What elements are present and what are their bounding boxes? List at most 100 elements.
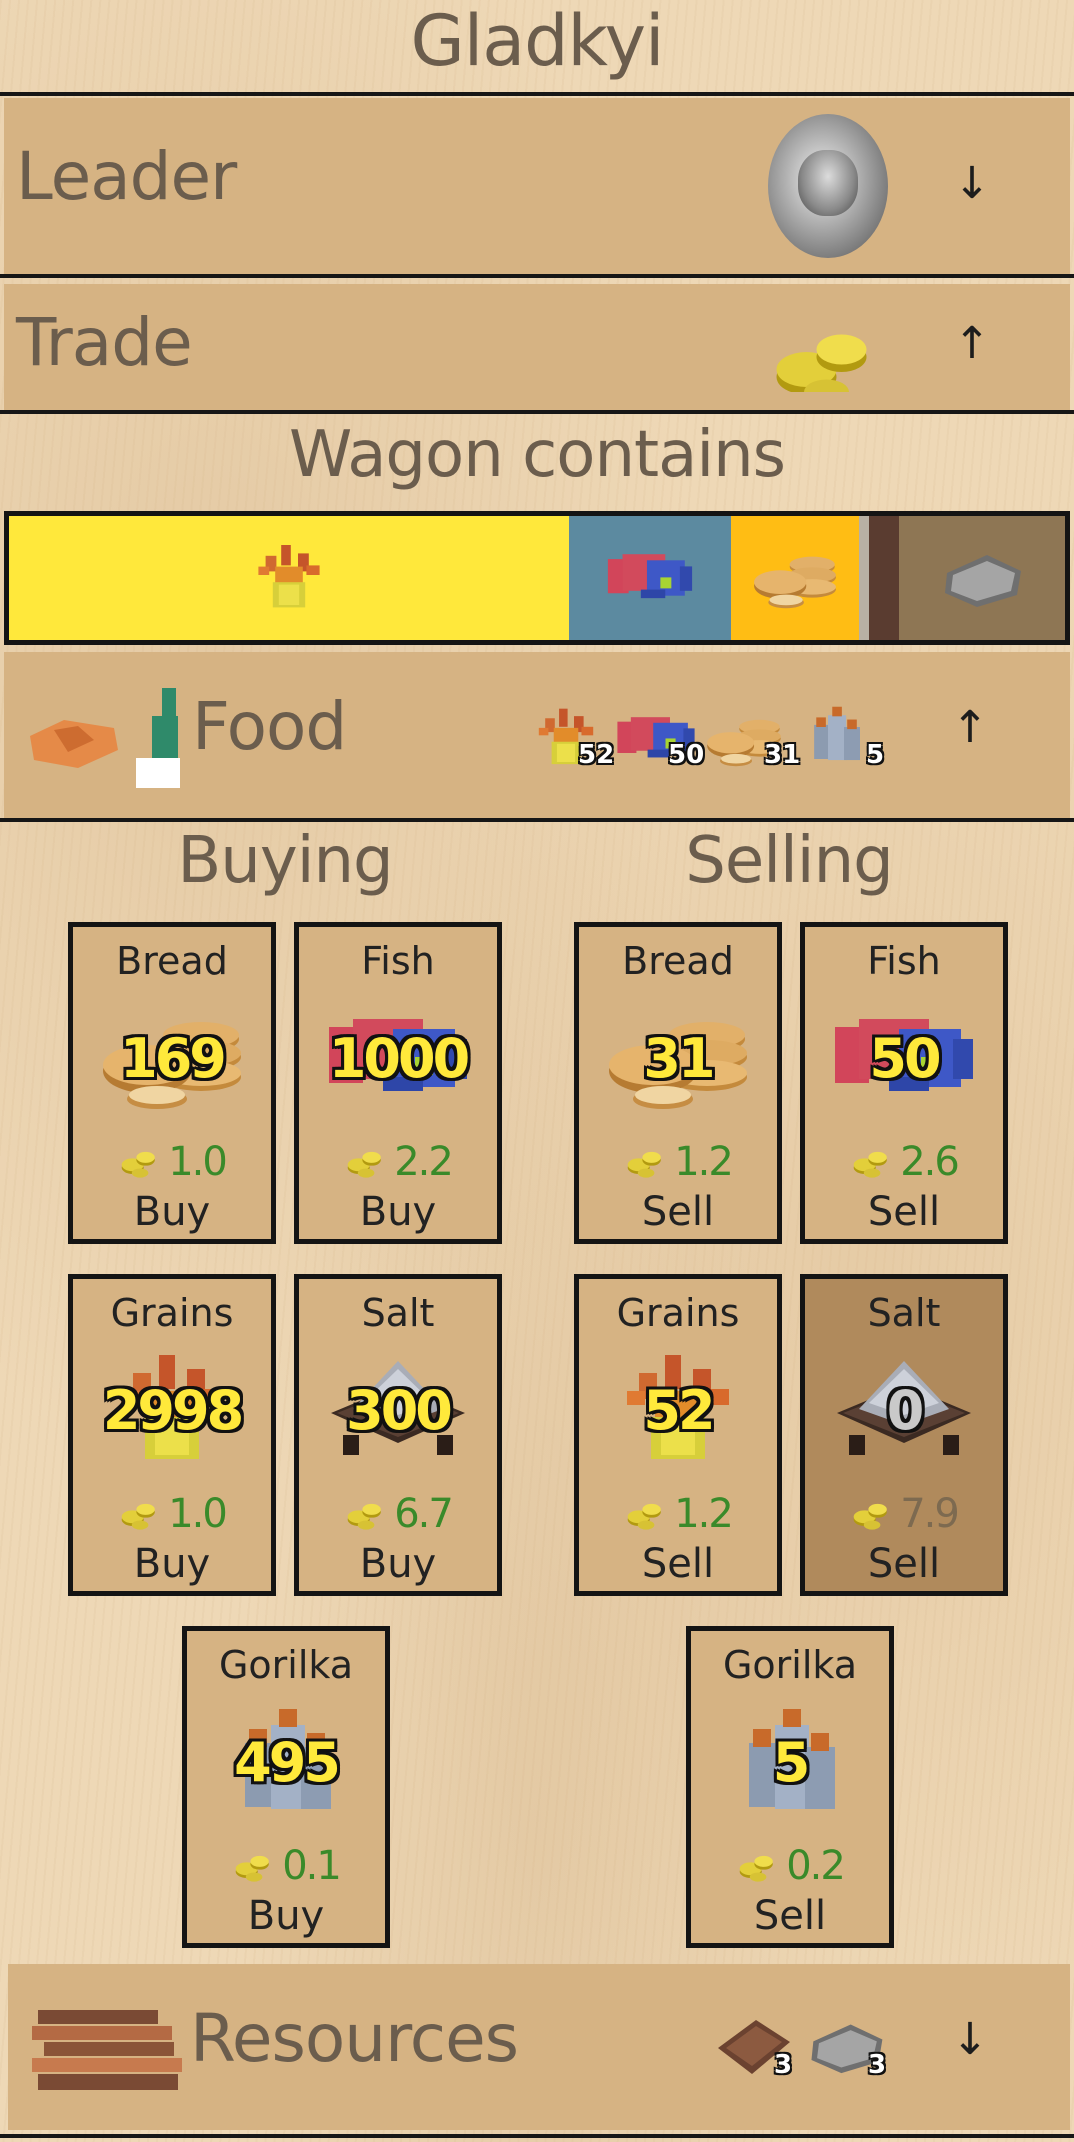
card-quantity: 169 [120, 1027, 227, 1090]
leader-portrait-icon [768, 114, 888, 258]
leader-expand-arrow-icon[interactable]: ↓ [942, 158, 1002, 209]
coins-icon [853, 1503, 887, 1530]
coins-icon [627, 1151, 661, 1178]
card-quantity: 5 [772, 1731, 811, 1794]
wagon-segment-fish [569, 516, 731, 640]
sell-card-bread[interactable]: Bread 31 1.2 Sell [574, 922, 782, 1244]
wagon-segment-planks [869, 516, 899, 640]
coins-icon [739, 1855, 773, 1882]
card-quantity: 50 [869, 1027, 941, 1090]
trade-row[interactable]: Trade ↑ [4, 284, 1070, 410]
coins-icon [347, 1151, 381, 1178]
buy-button[interactable]: Buy [299, 1189, 497, 1235]
wagon-segment-gorilka [859, 516, 869, 640]
card-price: 0.2 [786, 1843, 846, 1889]
card-price: 0.1 [282, 1843, 342, 1889]
card-price: 6.7 [394, 1491, 454, 1537]
divider [0, 92, 1074, 96]
trade-collapse-arrow-icon[interactable]: ↑ [942, 318, 1002, 369]
card-name: Gorilka [218, 1643, 354, 1687]
food-collapse-arrow-icon[interactable]: ↑ [940, 702, 1000, 753]
buy-button[interactable]: Buy [299, 1541, 497, 1587]
card-price: 1.2 [674, 1491, 734, 1537]
card-price: 1.0 [168, 1491, 228, 1537]
food-label: Food [192, 688, 347, 765]
leader-row[interactable]: Leader ↓ [4, 98, 1070, 274]
stone-icon [945, 555, 1021, 607]
divider [0, 274, 1074, 278]
buy-card-salt[interactable]: Salt 300 6.7 Buy [294, 1274, 502, 1596]
meat-icon [30, 720, 118, 768]
resources-row[interactable]: Resources 3 3 ↓ [8, 1964, 1070, 2130]
card-quantity: 52 [643, 1379, 715, 1442]
grains-icon [258, 545, 320, 608]
planks-icon [32, 2010, 182, 2090]
divider [0, 2134, 1074, 2138]
card-quantity: 0 [886, 1379, 925, 1442]
wagon-segment-stone [899, 516, 1065, 640]
sell-button[interactable]: Sell [805, 1541, 1003, 1587]
card-price: 2.2 [394, 1139, 454, 1185]
card-quantity: 300 [346, 1379, 453, 1442]
card-price: 7.9 [900, 1491, 960, 1537]
page-title: Gladkyi [410, 0, 665, 82]
food-count-bread: 31 [764, 740, 801, 770]
coins-icon [347, 1503, 381, 1530]
bread-icon [754, 556, 836, 609]
card-quantity: 2998 [102, 1379, 244, 1442]
selling-heading: Selling [685, 824, 894, 898]
card-name: Salt [361, 1291, 435, 1335]
leader-label: Leader [16, 138, 237, 215]
sell-card-gorilka[interactable]: Gorilka 5 0.2 Sell [686, 1626, 894, 1948]
card-name: Grains [110, 1291, 234, 1335]
resource-count-stone: 3 [868, 2050, 887, 2080]
wagon-bar [4, 511, 1070, 645]
sell-card-salt[interactable]: Salt 0 7.9 Sell [800, 1274, 1008, 1596]
wagon-segment-bread [731, 516, 859, 640]
buy-card-gorilka[interactable]: Gorilka 495 0.1 Buy [182, 1626, 390, 1948]
food-count-fish: 50 [668, 740, 705, 770]
buying-heading: Buying [177, 824, 393, 898]
resources-expand-arrow-icon[interactable]: ↓ [940, 2014, 1000, 2065]
sell-button[interactable]: Sell [805, 1189, 1003, 1235]
resources-label: Resources [190, 2000, 519, 2077]
trade-label: Trade [16, 304, 193, 381]
wagon-heading: Wagon contains [289, 418, 786, 492]
sell-button[interactable]: Sell [579, 1541, 777, 1587]
food-row[interactable]: Food 52 50 31 5 ↑ [4, 652, 1070, 818]
card-price: 1.2 [674, 1139, 734, 1185]
coins-icon [235, 1855, 269, 1882]
resource-count-planks: 3 [774, 2050, 793, 2080]
buy-button[interactable]: Buy [187, 1893, 385, 1939]
card-name: Fish [361, 939, 435, 983]
buy-card-grains[interactable]: Grains 2998 1.0 Buy [68, 1274, 276, 1596]
coins-icon [121, 1503, 155, 1530]
coins-icon [627, 1503, 661, 1530]
divider [0, 818, 1074, 822]
card-name: Salt [867, 1291, 941, 1335]
sell-card-grains[interactable]: Grains 52 1.2 Sell [574, 1274, 782, 1596]
card-name: Bread [116, 939, 228, 983]
fish-icon [607, 554, 693, 599]
buy-button[interactable]: Buy [73, 1541, 271, 1587]
buy-card-fish[interactable]: Fish 1000 2.2 Buy [294, 922, 502, 1244]
coins-icon [776, 334, 867, 392]
card-name: Fish [867, 939, 941, 983]
card-quantity: 31 [643, 1027, 715, 1090]
buy-button[interactable]: Buy [73, 1189, 271, 1235]
sell-button[interactable]: Sell [579, 1189, 777, 1235]
sell-button[interactable]: Sell [691, 1893, 889, 1939]
card-name: Gorilka [722, 1643, 858, 1687]
divider [0, 410, 1074, 414]
coins-icon [121, 1151, 155, 1178]
coins-icon [853, 1151, 887, 1178]
card-price: 1.0 [168, 1139, 228, 1185]
wagon-segment-grains [9, 516, 569, 640]
card-quantity: 495 [234, 1731, 341, 1794]
sell-card-fish[interactable]: Fish 50 2.6 Sell [800, 922, 1008, 1244]
card-price: 2.6 [900, 1139, 960, 1185]
gorilka-icon [814, 706, 860, 761]
card-quantity: 1000 [328, 1027, 470, 1090]
buy-card-bread[interactable]: Bread 169 1.0 Buy [68, 922, 276, 1244]
food-count-gorilka: 5 [866, 740, 885, 770]
